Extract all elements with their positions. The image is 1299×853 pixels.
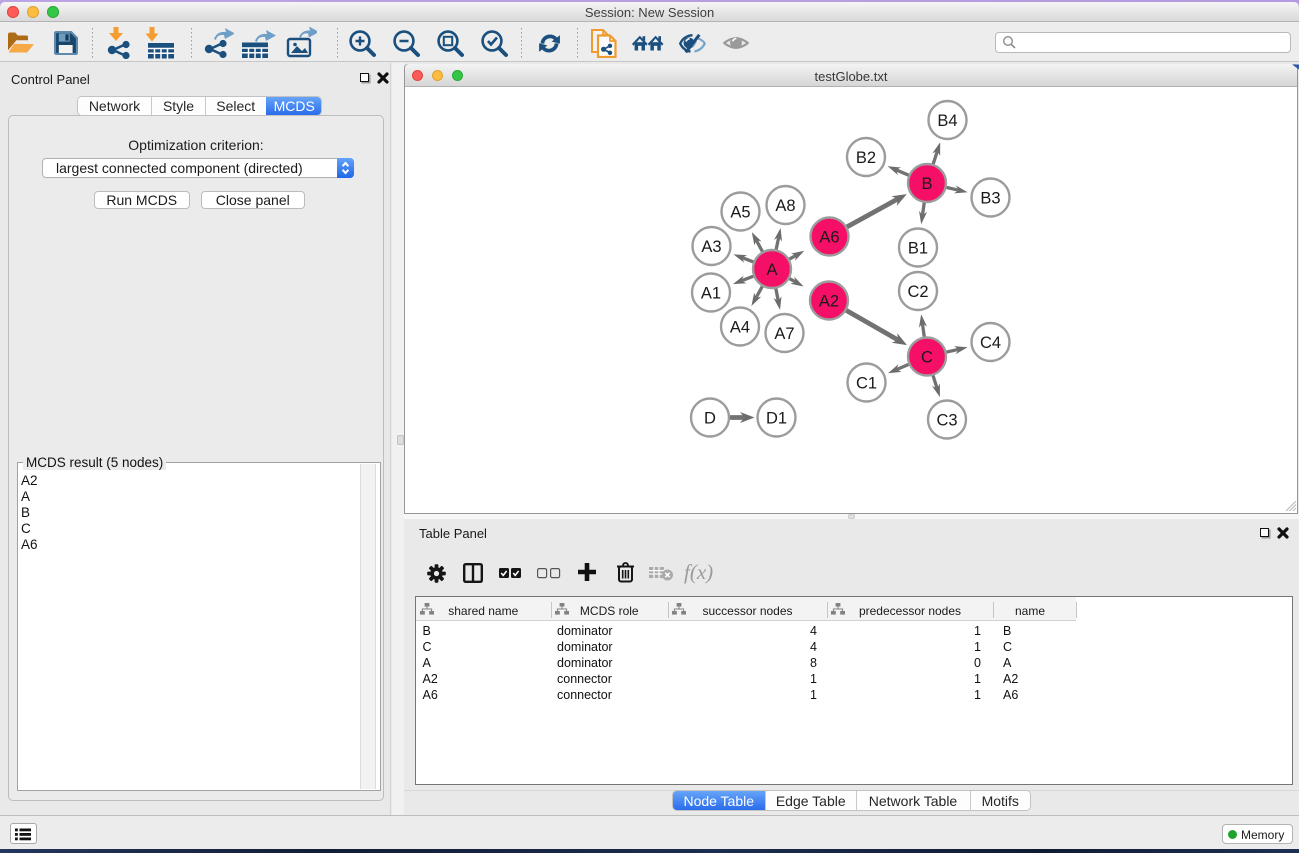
svg-text:C: C bbox=[921, 348, 933, 366]
svg-text:D1: D1 bbox=[766, 409, 787, 427]
svg-text:B2: B2 bbox=[856, 149, 876, 167]
svg-text:A1: A1 bbox=[701, 284, 721, 302]
svg-text:C4: C4 bbox=[980, 334, 1001, 352]
svg-text:C3: C3 bbox=[936, 411, 957, 429]
svg-text:A4: A4 bbox=[730, 318, 750, 336]
svg-text:A6: A6 bbox=[819, 228, 839, 246]
svg-text:A7: A7 bbox=[774, 325, 794, 343]
svg-text:A8: A8 bbox=[775, 197, 795, 215]
svg-text:A: A bbox=[766, 261, 777, 279]
svg-text:B: B bbox=[921, 175, 932, 193]
svg-text:D: D bbox=[704, 409, 716, 427]
svg-text:C2: C2 bbox=[907, 283, 928, 301]
svg-text:B1: B1 bbox=[908, 239, 928, 257]
svg-text:C1: C1 bbox=[856, 374, 877, 392]
svg-text:B3: B3 bbox=[980, 189, 1000, 207]
svg-text:A2: A2 bbox=[819, 292, 839, 310]
svg-text:A5: A5 bbox=[730, 203, 750, 221]
svg-text:A3: A3 bbox=[701, 238, 721, 256]
svg-text:B4: B4 bbox=[937, 112, 957, 130]
